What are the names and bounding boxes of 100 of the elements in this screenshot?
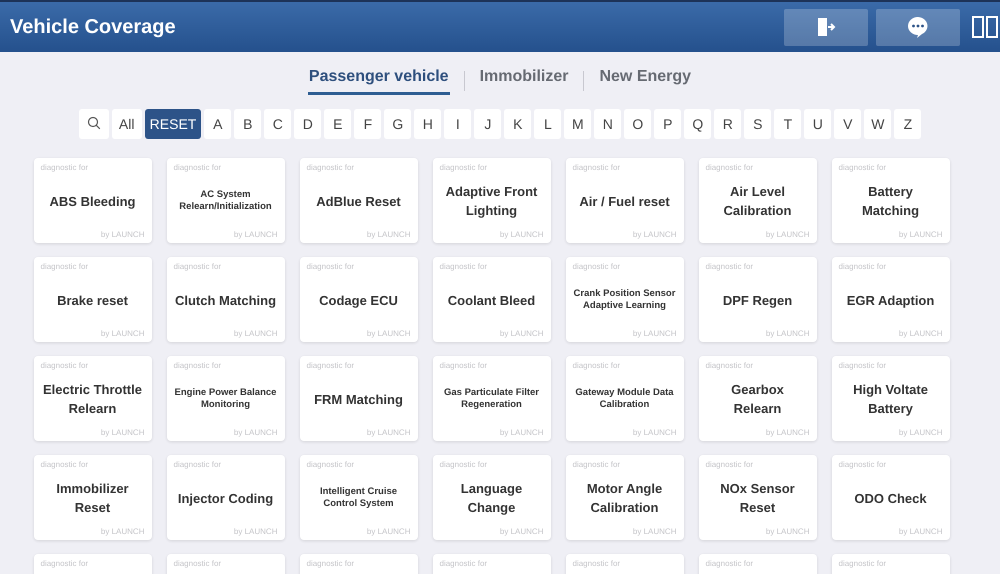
card-caption: diagnostic for (838, 559, 886, 568)
card-footer: by LAUNCH (100, 230, 144, 239)
card-caption: diagnostic for (572, 460, 620, 469)
card-title: Codage ECU (318, 292, 399, 310)
card-title: NOx Sensor Reset (719, 480, 796, 517)
filter-button[interactable]: Q (684, 109, 712, 139)
card-title: FRM Matching (313, 390, 404, 409)
filter-button[interactable]: P (654, 109, 682, 139)
filter-button[interactable]: All (112, 109, 142, 139)
filter-button[interactable]: I (444, 109, 472, 139)
card-title: Motor Angle Calibration (586, 480, 664, 517)
card-caption: diagnostic for (174, 262, 222, 271)
card-footer: by LAUNCH (898, 428, 942, 437)
filter-button[interactable]: T (774, 109, 802, 139)
card-footer: by LAUNCH (898, 230, 942, 239)
card-caption: diagnostic for (440, 262, 488, 271)
card-footer: by LAUNCH (632, 230, 676, 239)
card-caption: diagnostic for (706, 163, 754, 172)
filter-button[interactable]: U (804, 109, 832, 139)
card-caption: diagnostic for (306, 460, 354, 469)
card-caption: diagnostic for (706, 361, 754, 370)
card-footer: by LAUNCH (766, 428, 810, 437)
filter-button[interactable]: J (474, 109, 502, 139)
card-caption: diagnostic for (40, 361, 88, 370)
card-caption: diagnostic for (572, 559, 620, 568)
filter-button[interactable]: B (234, 109, 262, 139)
filter-button[interactable]: R (714, 109, 742, 139)
card-title: Language Change (460, 480, 524, 517)
card-title: AC System Relearn/Initialization (178, 188, 273, 214)
card-caption: diagnostic for (40, 163, 88, 172)
filter-button[interactable]: S (744, 109, 772, 139)
card-title: Gas Particulate Filter Regeneration (442, 386, 540, 412)
card-title: AdBlue Reset (315, 192, 402, 210)
card-title: Crank Position Sensor Adaptive Learning (572, 287, 676, 313)
filter-button[interactable]: E (324, 109, 352, 139)
chat-button[interactable] (876, 8, 960, 46)
search-icon (86, 116, 101, 130)
card-caption: diagnostic for (706, 460, 754, 469)
card-caption: diagnostic for (174, 460, 222, 469)
card-footer: by LAUNCH (766, 329, 810, 338)
filter-button[interactable]: RESET (144, 109, 202, 139)
card-caption: diagnostic for (440, 163, 488, 172)
card-caption: diagnostic for (706, 262, 754, 271)
card-caption: diagnostic for (174, 163, 222, 172)
card-caption: diagnostic for (306, 163, 354, 172)
search-button[interactable] (78, 109, 109, 139)
card-caption: diagnostic for (306, 559, 354, 568)
card-title: Electric Throttle Relearn (42, 381, 143, 418)
card-title: ABS Bleeding (48, 192, 136, 211)
card-title: Gateway Module Data Calibration (574, 386, 675, 412)
card-title: Battery Matching (860, 183, 920, 220)
card-caption: diagnostic for (440, 460, 488, 469)
filter-button[interactable]: N (594, 109, 622, 139)
card-footer: by LAUNCH (632, 527, 676, 536)
filter-button[interactable]: H (414, 109, 442, 139)
category-tab[interactable]: Passenger vehicle (308, 66, 450, 95)
filter-button[interactable]: Z (894, 109, 922, 139)
card-caption: diagnostic for (174, 559, 222, 568)
card-footer: by LAUNCH (632, 428, 676, 437)
card-footer: by LAUNCH (234, 329, 278, 338)
card-footer: by LAUNCH (234, 230, 278, 239)
card-caption: diagnostic for (572, 163, 620, 172)
filter-button[interactable]: M (564, 109, 592, 139)
card-footer: by LAUNCH (366, 527, 410, 536)
card-footer: by LAUNCH (500, 329, 544, 338)
card-caption: diagnostic for (572, 361, 620, 370)
chat-bubble-icon (906, 15, 930, 39)
card-footer: by LAUNCH (632, 329, 676, 338)
card-caption: diagnostic for (40, 262, 88, 271)
card-footer: by LAUNCH (234, 428, 278, 437)
card-footer: by LAUNCH (766, 527, 810, 536)
card-title: Air Level Calibration (722, 183, 792, 220)
card-title: Gearbox Relearn (730, 381, 785, 418)
split-view-icon[interactable] (972, 15, 998, 39)
card-caption: diagnostic for (706, 559, 754, 568)
card-caption: diagnostic for (572, 262, 620, 271)
filter-button[interactable]: D (294, 109, 322, 139)
filter-button[interactable]: G (384, 109, 412, 139)
filter-button[interactable]: V (834, 109, 862, 139)
card-title: Clutch Matching (174, 292, 278, 310)
exit-button[interactable] (784, 8, 868, 46)
card-caption: diagnostic for (838, 163, 886, 172)
card-footer: by LAUNCH (100, 527, 144, 536)
filter-button[interactable]: C (264, 109, 292, 139)
category-tab[interactable]: New Energy (598, 66, 692, 95)
card-footer: by LAUNCH (366, 329, 410, 338)
filter-button[interactable]: W (864, 109, 892, 139)
filter-button[interactable]: A (204, 109, 232, 139)
card-footer: by LAUNCH (366, 428, 410, 437)
card-footer: by LAUNCH (898, 329, 942, 338)
card-title: High Voltate Battery (852, 381, 929, 418)
filter-button[interactable]: K (504, 109, 532, 139)
card-title: Intelligent Cruise Control System (318, 485, 398, 511)
card-caption: diagnostic for (306, 361, 354, 370)
filter-button[interactable]: L (534, 109, 562, 139)
card-footer: by LAUNCH (898, 527, 942, 536)
card-title: DPF Regen (722, 292, 794, 310)
filter-button[interactable]: F (354, 109, 382, 139)
category-tab[interactable]: Immobilizer (478, 66, 570, 95)
filter-button[interactable]: O (624, 109, 652, 139)
